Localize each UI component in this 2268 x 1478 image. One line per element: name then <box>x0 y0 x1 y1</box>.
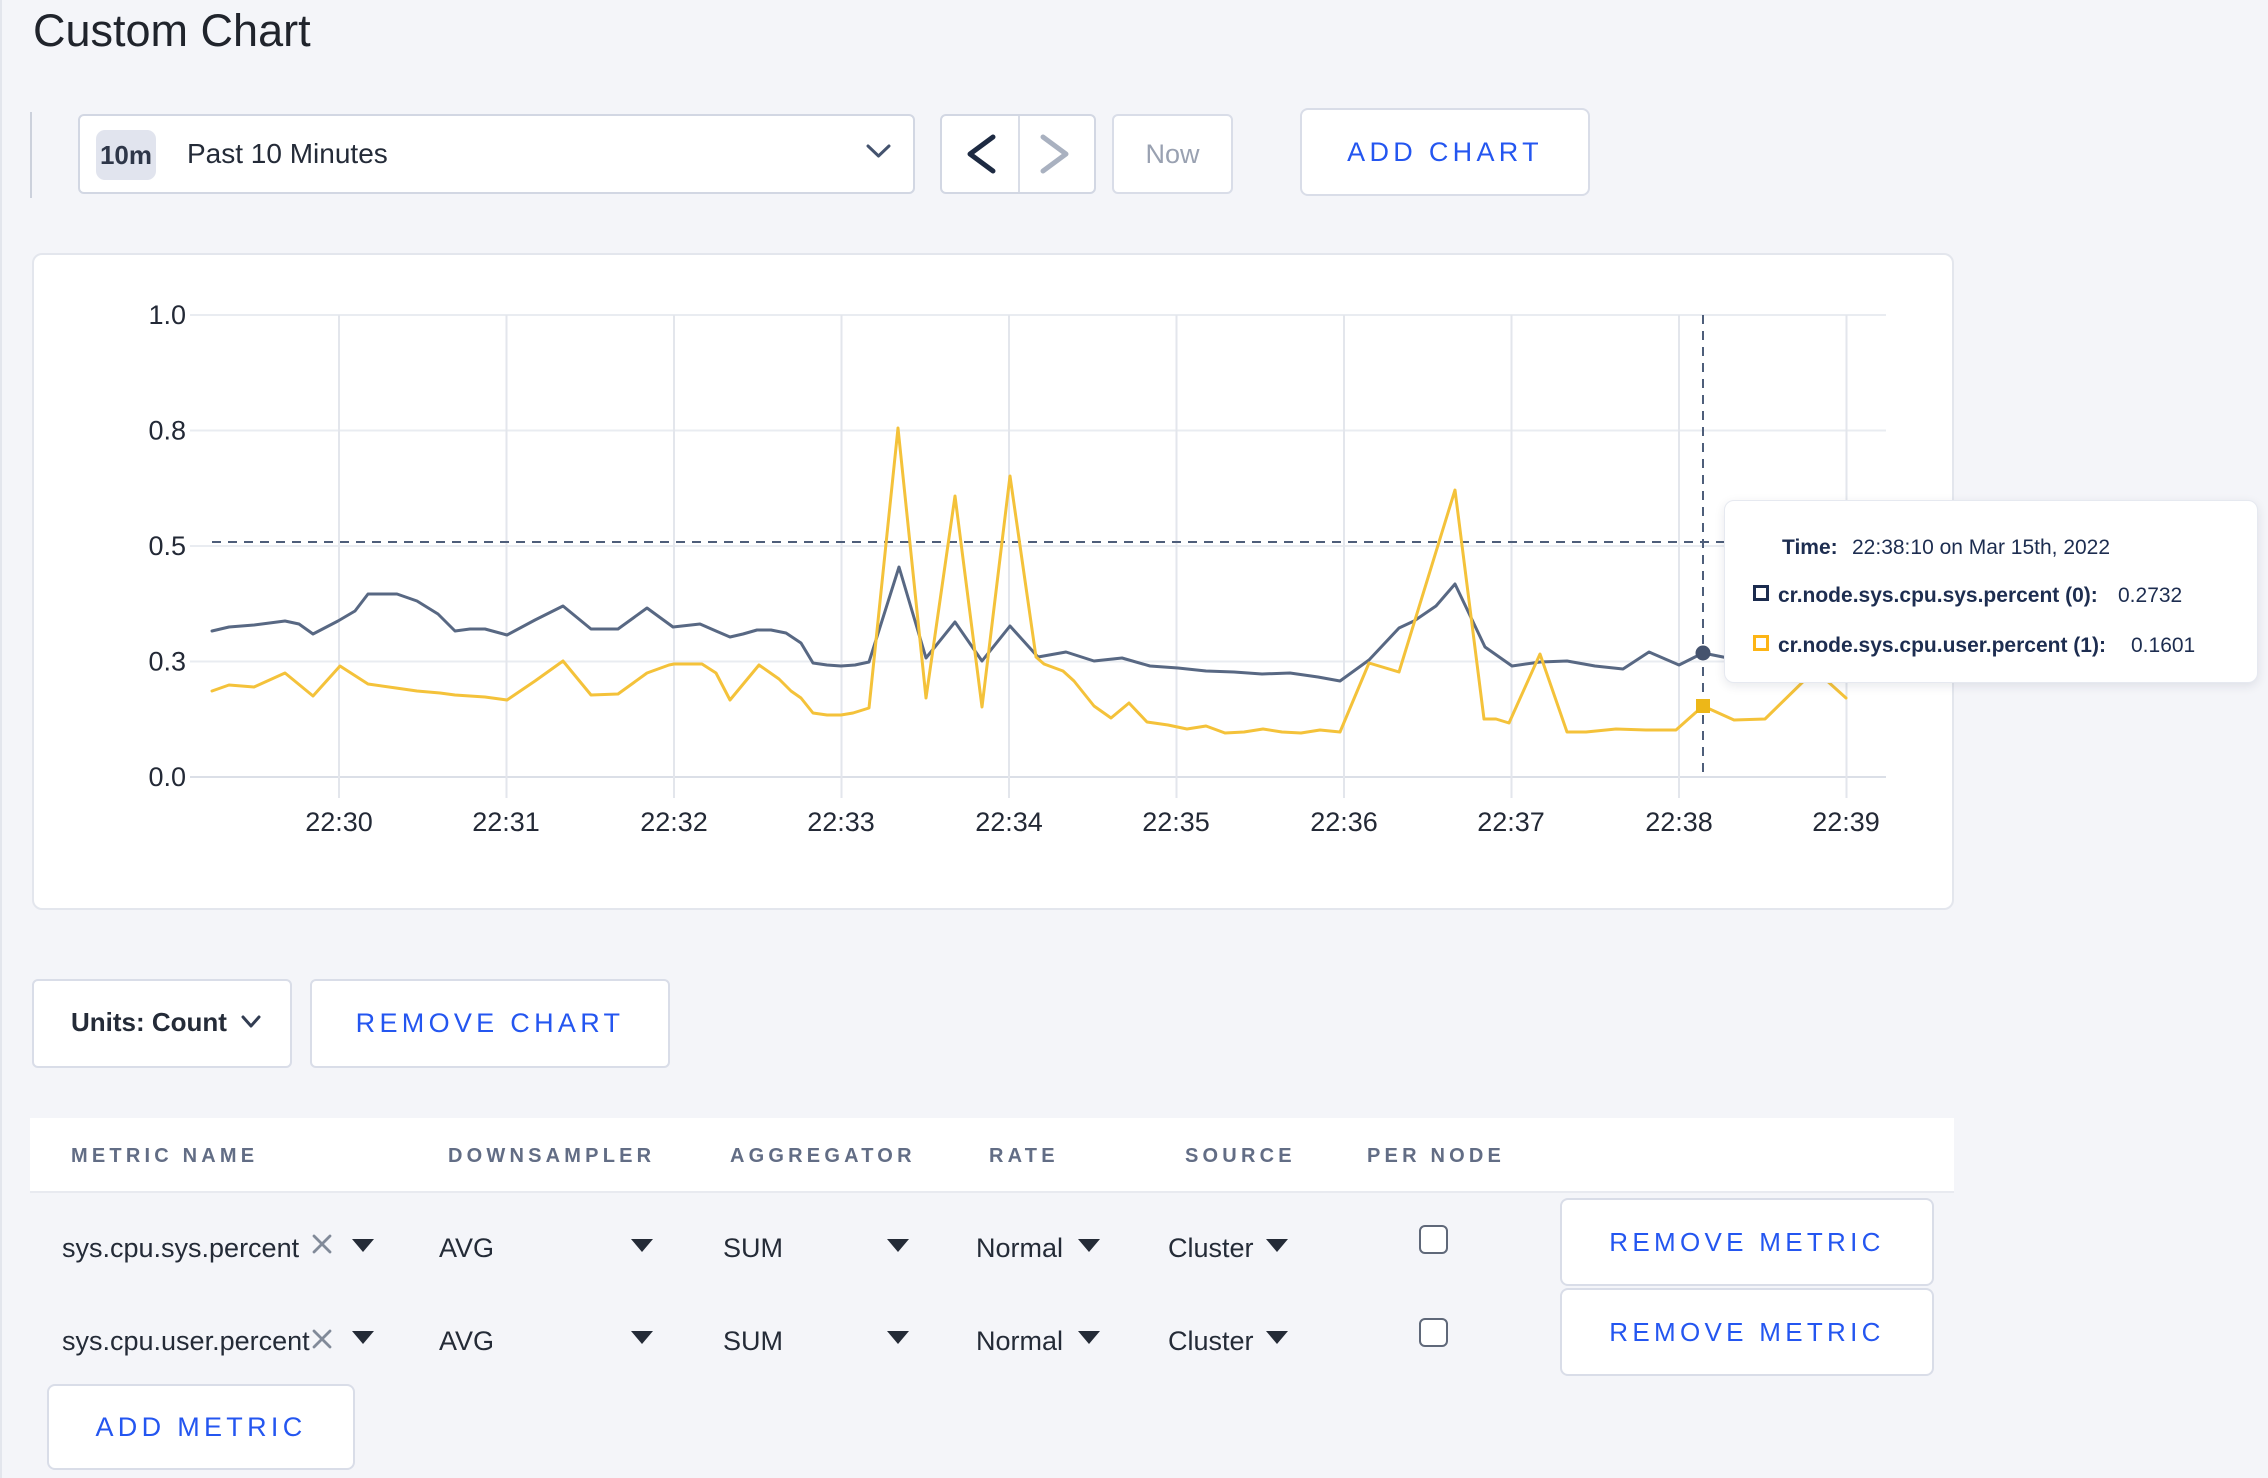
svg-text:22:31: 22:31 <box>472 807 540 837</box>
svg-text:22:34: 22:34 <box>975 807 1043 837</box>
svg-text:22:37: 22:37 <box>1477 807 1545 837</box>
svg-text:22:39: 22:39 <box>1812 807 1880 837</box>
svg-text:22:35: 22:35 <box>1142 807 1210 837</box>
svg-text:22:36: 22:36 <box>1310 807 1378 837</box>
svg-text:1.0: 1.0 <box>148 300 186 330</box>
svg-text:0.5: 0.5 <box>148 531 186 561</box>
svg-text:0.8: 0.8 <box>148 416 186 446</box>
svg-text:22:38: 22:38 <box>1645 807 1713 837</box>
svg-text:22:30: 22:30 <box>305 807 373 837</box>
svg-text:0.3: 0.3 <box>148 647 186 677</box>
svg-text:22:32: 22:32 <box>640 807 708 837</box>
svg-text:0.0: 0.0 <box>148 762 186 792</box>
svg-text:22:33: 22:33 <box>807 807 875 837</box>
